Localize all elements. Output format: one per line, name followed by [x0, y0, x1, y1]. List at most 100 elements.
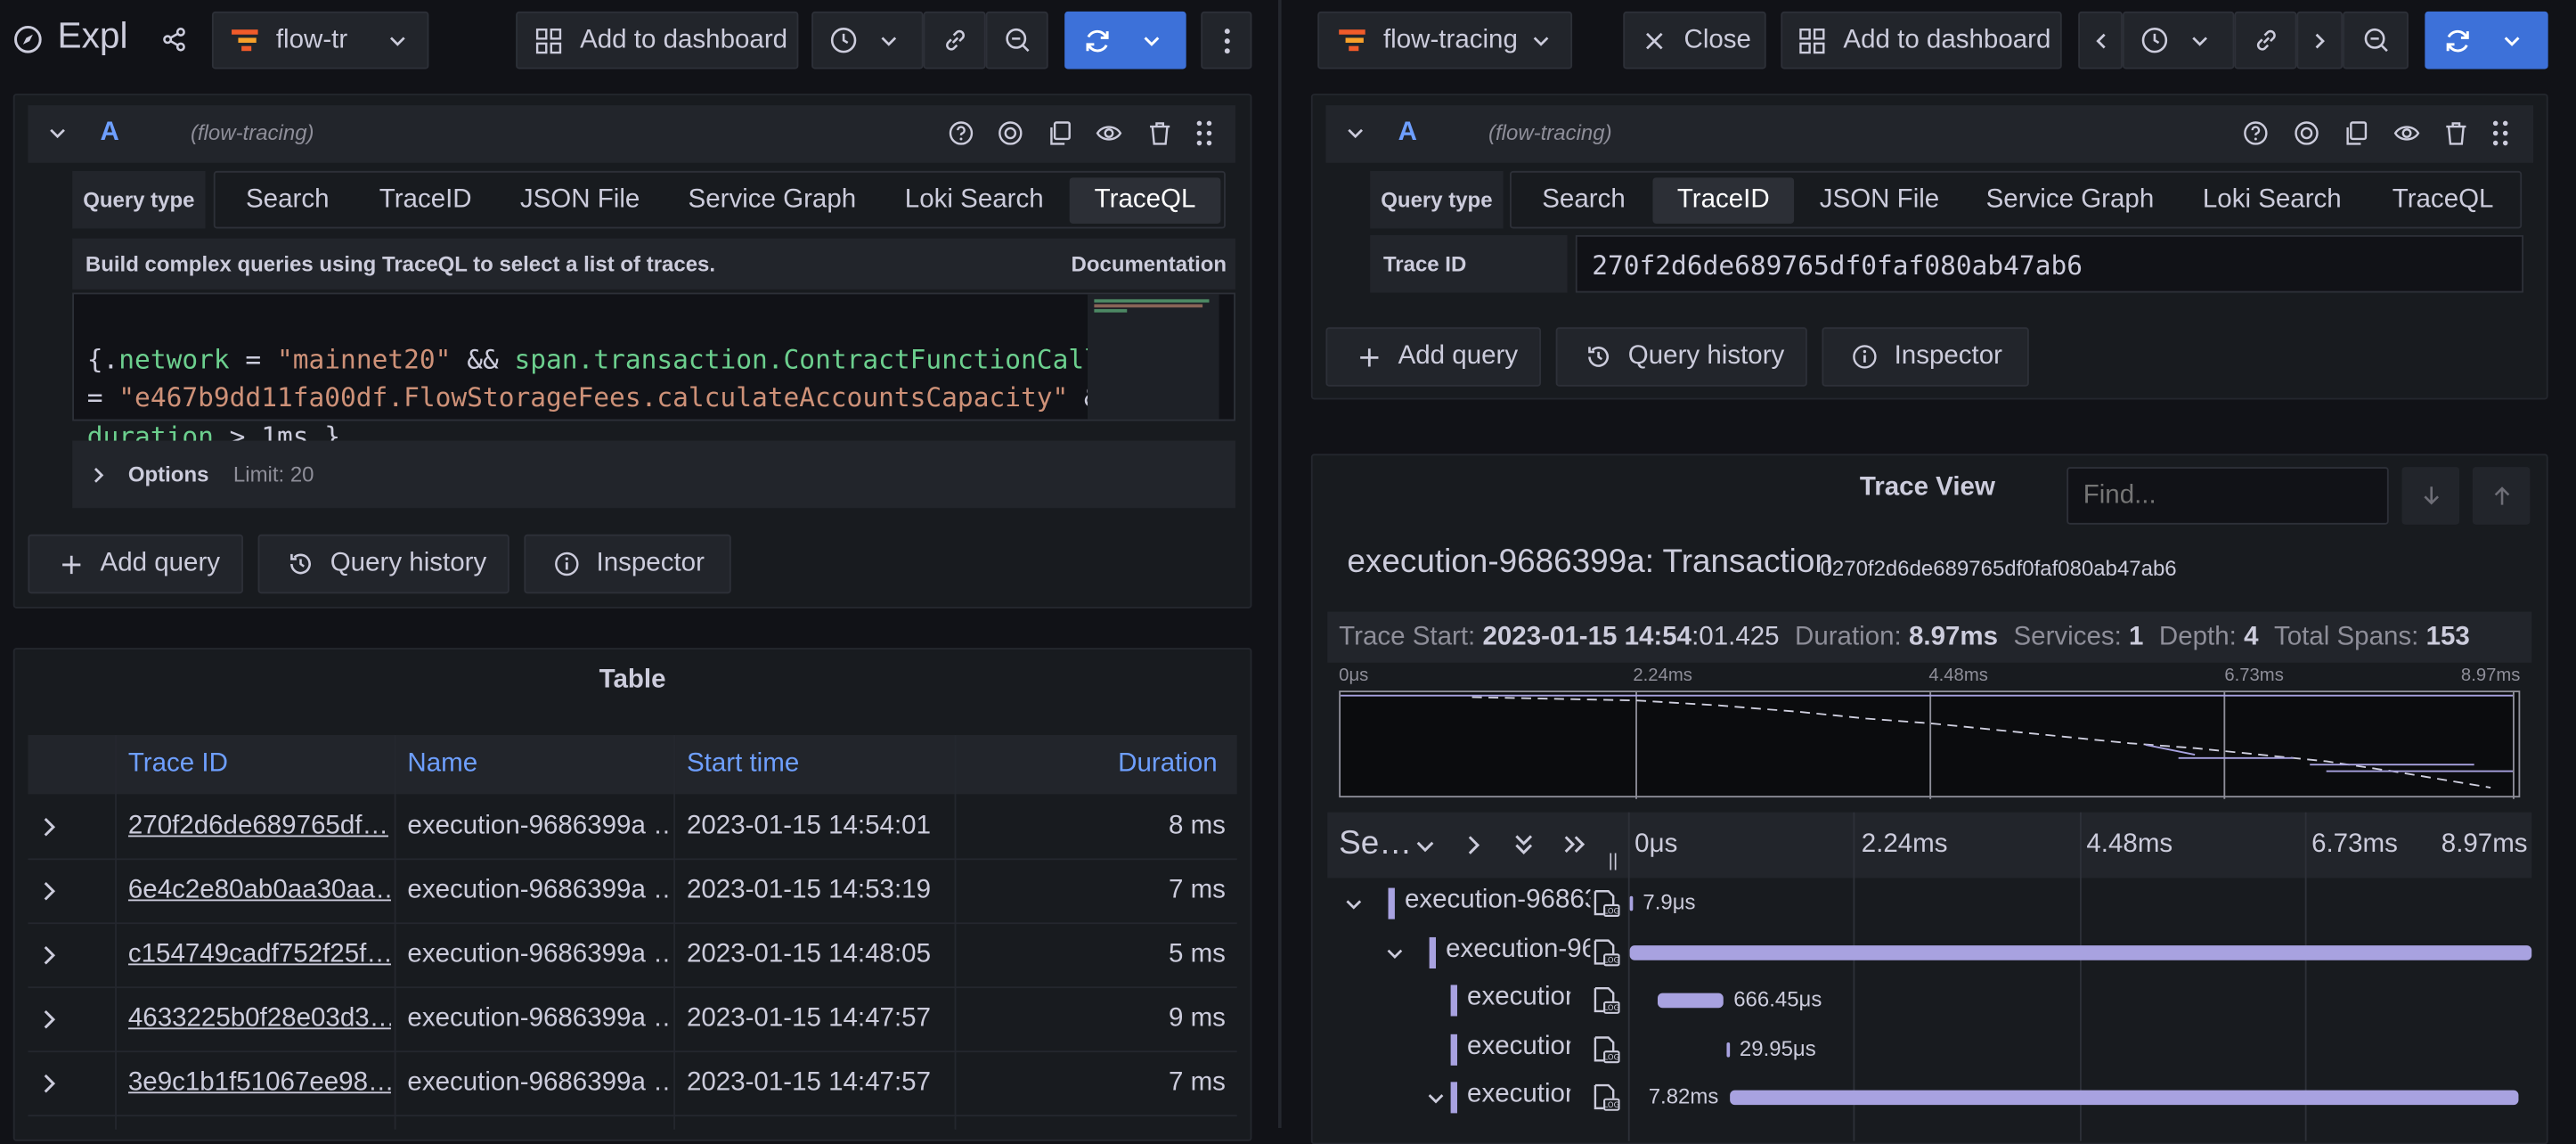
tab-json-file[interactable]: JSON File	[501, 173, 659, 227]
add-to-dashboard-button[interactable]: Add to dashboard	[516, 11, 799, 69]
tab-search[interactable]: Search	[1520, 173, 1648, 227]
collapse-chevron-icon[interactable]	[1346, 123, 1365, 143]
span-row[interactable]: execution LOG	[1327, 1026, 2531, 1074]
add-query-button[interactable]: Add query	[1325, 327, 1542, 387]
trace-id-link[interactable]: 6e4c2e80ab0aa30aa…	[128, 858, 391, 922]
logs-icon[interactable]: LOG	[1590, 1035, 1620, 1063]
zoom-out-button[interactable]	[2343, 11, 2409, 69]
span-bar[interactable]	[1726, 1042, 1730, 1057]
span-bar[interactable]	[1630, 944, 2532, 960]
trace-id-link[interactable]: 3e9c1b1f51067ee98…	[128, 1050, 391, 1115]
expand-span-icon[interactable]	[1385, 943, 1405, 962]
chevrons-right-icon[interactable]	[1562, 834, 1587, 855]
span-row[interactable]: execution-96863 LOG	[1327, 879, 2531, 927]
logs-icon[interactable]: LOG	[1590, 986, 1620, 1014]
more-options-button[interactable]	[1201, 11, 1252, 69]
add-to-dashboard-button[interactable]: Add to dashboard	[1781, 11, 2062, 69]
span-label[interactable]: execution-96863	[1405, 887, 1590, 916]
time-picker-button[interactable]	[2122, 11, 2235, 69]
tab-loki-search[interactable]: Loki Search	[2183, 173, 2360, 227]
span-bar[interactable]	[1730, 1090, 2518, 1106]
find-next-button[interactable]	[2401, 467, 2460, 525]
copy-link-button[interactable]	[923, 11, 986, 69]
col-name[interactable]: Name	[407, 735, 477, 794]
chevron-right-icon[interactable]	[90, 465, 106, 485]
expand-row-icon[interactable]	[41, 879, 57, 903]
chevrons-down-icon[interactable]	[1513, 832, 1535, 857]
logs-icon[interactable]: LOG	[1590, 938, 1620, 966]
zoom-out-button[interactable]	[985, 11, 1048, 69]
logs-icon[interactable]: LOG	[1590, 1083, 1620, 1111]
traceql-code[interactable]: {.network = "mainnet20" && span.transact…	[87, 301, 1116, 455]
query-inspector-icon[interactable]	[2294, 120, 2320, 147]
minimap-canvas[interactable]	[1339, 690, 2521, 799]
column-resizer-icon[interactable]: ||	[1609, 852, 1618, 871]
close-split-button[interactable]: Close	[1623, 11, 1766, 69]
col-start-time[interactable]: Start time	[687, 735, 799, 794]
time-back-button[interactable]	[2078, 11, 2123, 69]
span-label[interactable]: execution	[1467, 984, 1570, 1013]
span-row[interactable]: execution LOG	[1327, 976, 2531, 1025]
inspector-button[interactable]: Inspector	[1822, 327, 2029, 387]
span-label[interactable]: execution	[1467, 1032, 1570, 1061]
add-query-button[interactable]: Add query	[28, 534, 243, 594]
trace-id-link[interactable]: 4633225b0f28e03d3…	[128, 986, 391, 1050]
trace-minimap[interactable]: 0μs 2.24ms 4.48ms 6.73ms 8.97ms	[1327, 665, 2531, 809]
tab-service-graph[interactable]: Service Graph	[669, 173, 876, 227]
expand-row-icon[interactable]	[41, 1072, 57, 1095]
span-bar[interactable]	[1629, 895, 1634, 911]
tab-loki-search[interactable]: Loki Search	[885, 173, 1063, 227]
chevron-right-icon[interactable]	[1465, 834, 1481, 857]
duplicate-icon[interactable]	[1047, 120, 1073, 147]
tab-service-graph[interactable]: Service Graph	[1967, 173, 2173, 227]
copy-link-button[interactable]	[2234, 11, 2297, 69]
refresh-button[interactable]	[2425, 11, 2548, 69]
chevron-down-icon[interactable]	[1414, 836, 1436, 857]
tab-traceid[interactable]: TraceID	[360, 173, 492, 227]
col-duration[interactable]: Duration	[967, 735, 1218, 794]
tab-traceid[interactable]: TraceID	[1652, 177, 1795, 224]
inspector-button[interactable]: Inspector	[524, 534, 731, 594]
expand-row-icon[interactable]	[41, 944, 57, 967]
datasource-picker[interactable]: flow-tracing	[1317, 11, 1573, 69]
split-pane-divider[interactable]	[1277, 0, 1282, 1129]
collapse-chevron-icon[interactable]	[47, 123, 67, 143]
find-input[interactable]	[2067, 467, 2389, 525]
expand-span-icon[interactable]	[1426, 1089, 1446, 1108]
drag-handle-icon[interactable]	[2492, 120, 2508, 147]
find-prev-button[interactable]	[2472, 467, 2531, 525]
span-bar[interactable]	[1657, 993, 1724, 1009]
query-inspector-icon[interactable]	[998, 120, 1024, 147]
trace-id-input[interactable]: 270f2d6de689765df0faf080ab47ab6	[1575, 234, 2523, 293]
tab-json-file[interactable]: JSON File	[1800, 173, 1958, 227]
expand-row-icon[interactable]	[41, 815, 57, 838]
table-row[interactable]: 6e4c2e80ab0aa30aa… execution-9686399a … …	[28, 858, 1237, 925]
trace-id-link[interactable]: c154749cadf752f25f…	[128, 922, 391, 986]
drag-handle-icon[interactable]	[1196, 120, 1212, 147]
table-row[interactable]: 4633225b0f28e03d3… execution-9686399a … …	[28, 986, 1237, 1053]
help-icon[interactable]	[2243, 120, 2270, 147]
refresh-button[interactable]	[1064, 11, 1186, 69]
trash-icon[interactable]	[2443, 120, 2470, 147]
time-forward-button[interactable]	[2296, 11, 2344, 69]
span-label[interactable]: execution-96	[1446, 935, 1590, 964]
time-picker-button[interactable]	[811, 11, 924, 69]
table-row[interactable]: 270f2d6de689765df… execution-9686399a … …	[28, 794, 1237, 861]
table-row[interactable]: c154749cadf752f25f… execution-9686399a ……	[28, 922, 1237, 989]
trash-icon[interactable]	[1146, 120, 1173, 147]
trace-id-link[interactable]: 270f2d6de689765df…	[128, 794, 391, 858]
help-icon[interactable]	[948, 120, 974, 147]
col-trace-id[interactable]: Trace ID	[128, 735, 228, 794]
datasource-picker[interactable]: flow-tr	[211, 11, 429, 69]
documentation-link[interactable]: Documentation	[1072, 239, 1227, 290]
expand-row-icon[interactable]	[41, 1008, 57, 1031]
query-history-button[interactable]: Query history	[1555, 327, 1807, 387]
tab-traceql[interactable]: TraceQL	[1069, 177, 1221, 224]
span-label[interactable]: execution	[1467, 1080, 1570, 1109]
tab-traceql[interactable]: TraceQL	[2369, 173, 2517, 227]
tab-search[interactable]: Search	[224, 173, 352, 227]
eye-icon[interactable]	[2393, 120, 2420, 147]
duplicate-icon[interactable]	[2343, 120, 2369, 147]
eye-icon[interactable]	[1096, 120, 1122, 147]
query-history-button[interactable]: Query history	[257, 534, 509, 594]
